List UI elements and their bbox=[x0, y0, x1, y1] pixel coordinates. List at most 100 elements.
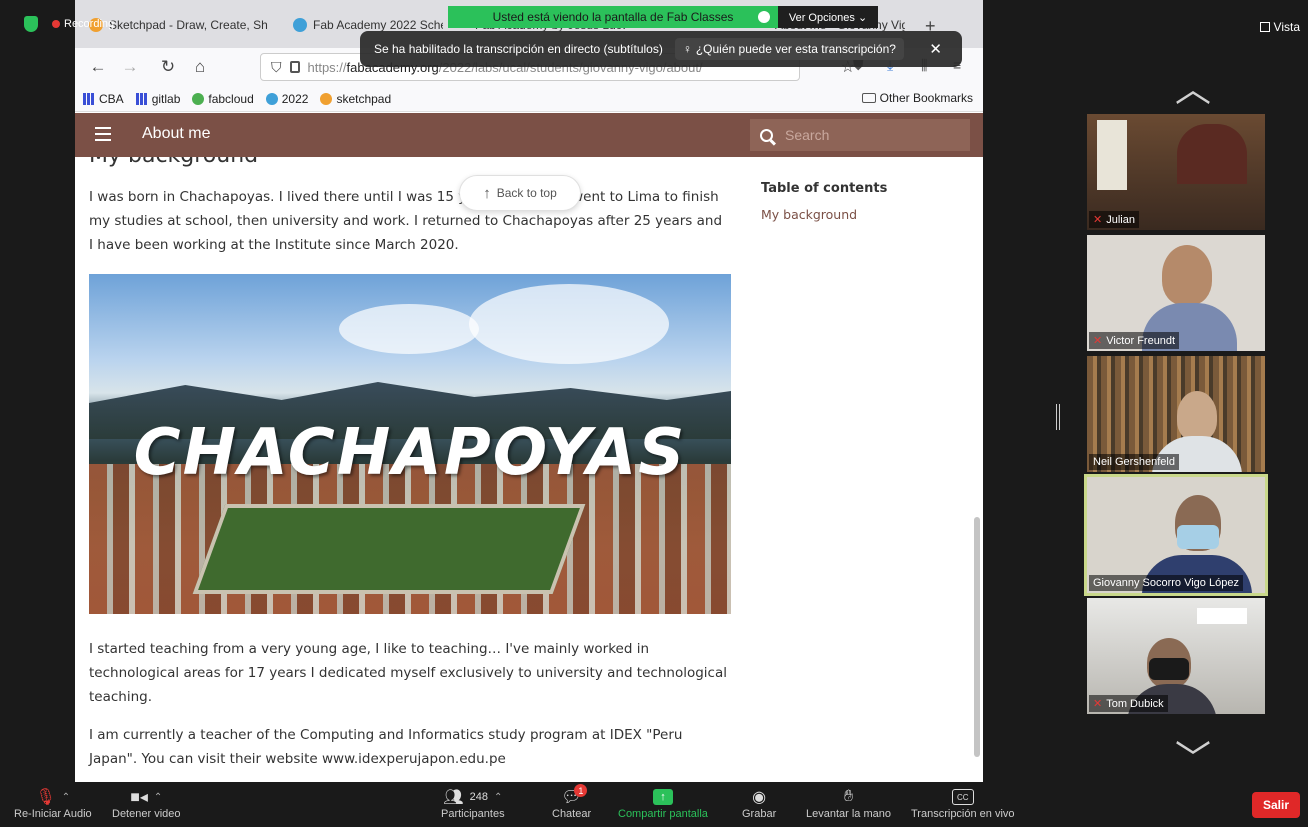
view-button-label: Vista bbox=[1273, 20, 1300, 34]
window-shape bbox=[1097, 120, 1127, 190]
lock-icon[interactable] bbox=[289, 61, 300, 73]
live-transcript-button[interactable]: CC Transcripción en vivo bbox=[911, 786, 1015, 820]
view-button[interactable]: Vista bbox=[1259, 20, 1300, 34]
bookmark-sketchpad[interactable]: sketchpad bbox=[320, 92, 391, 106]
back-arrow-icon[interactable]: ← bbox=[87, 57, 109, 77]
chevron-down-icon[interactable]: ﹀ bbox=[1163, 730, 1223, 782]
recording-indicator[interactable]: Recording bbox=[52, 18, 114, 30]
search-placeholder: Search bbox=[785, 127, 830, 143]
live-caption-banner: Se ha habilitado la transcripción en dir… bbox=[360, 31, 962, 67]
layout-icon bbox=[1259, 22, 1270, 32]
caret-up-icon[interactable]: ⌃ bbox=[494, 792, 502, 803]
forward-arrow-icon[interactable]: → bbox=[119, 57, 141, 77]
who-can-see-label: ¿Quién puede ver esta transcripción? bbox=[695, 42, 896, 56]
tab-sketchpad[interactable]: Sketchpad - Draw, Create, Sh ✕ bbox=[89, 10, 279, 40]
view-options-button[interactable]: Ver Opciones ⌄ bbox=[778, 6, 878, 28]
reload-icon[interactable]: ↻ bbox=[157, 57, 179, 77]
participant-name: Tom Dubick bbox=[1106, 697, 1164, 710]
person-icon: ♀ bbox=[682, 42, 692, 56]
security-shield-icon[interactable] bbox=[24, 16, 38, 32]
participant-name-tag: ✕ Victor Freundt bbox=[1089, 332, 1180, 349]
share-screen-button[interactable]: ↑ Compartir pantalla bbox=[618, 786, 708, 820]
close-tab-icon[interactable]: ✕ bbox=[278, 18, 279, 32]
raise-hand-label: Levantar la mano bbox=[806, 808, 891, 820]
caret-up-icon[interactable]: ⌃ bbox=[62, 792, 70, 803]
cc-icon: CC bbox=[951, 789, 974, 805]
cloud-status-icon bbox=[758, 11, 770, 23]
bookmark-2022[interactable]: 2022 bbox=[265, 92, 308, 106]
video-camera-icon: ■◂ bbox=[130, 789, 148, 806]
tracking-shield-icon[interactable]: ⛉ bbox=[271, 59, 282, 76]
close-icon[interactable]: ✕ bbox=[929, 40, 942, 58]
bookmark-gitlab[interactable]: gitlab bbox=[135, 91, 181, 106]
chevron-up-icon[interactable]: ︿ bbox=[1163, 60, 1223, 112]
chachapoyas-photo: CHACHAPOYAS bbox=[89, 274, 731, 614]
sharing-notice-bar: Usted está viendo la pantalla de Fab Cla… bbox=[448, 6, 878, 28]
participant-tile[interactable]: ✕ Victor Freundt bbox=[1087, 235, 1265, 351]
cloud-icon bbox=[192, 92, 205, 105]
audio-button[interactable]: 🎙︎ ⌃ Re-Iniciar Audio bbox=[14, 786, 92, 820]
participant-name: Victor Freundt bbox=[1106, 334, 1176, 347]
bookmark-label: fabcloud bbox=[208, 91, 254, 106]
ceiling-light-shape bbox=[1197, 608, 1247, 624]
recording-label: Recording bbox=[64, 18, 115, 30]
back-to-top-button[interactable]: ↑ Back to top bbox=[459, 175, 581, 211]
toc-link-background[interactable]: My background bbox=[761, 207, 857, 222]
record-icon: ◉ bbox=[752, 789, 767, 806]
muted-mic-icon: ✕ bbox=[1093, 335, 1103, 347]
fab-favicon-icon bbox=[293, 18, 307, 32]
fireplace-shape bbox=[1177, 124, 1247, 184]
bookmark-cba[interactable]: CBA bbox=[83, 92, 124, 106]
participant-name-tag: ✕ Tom Dubick bbox=[1089, 695, 1168, 712]
zoom-window: Recording Sketchpad - Draw, Create, Sh ✕… bbox=[0, 0, 1308, 827]
page-content: My background I was born in Chachapoyas.… bbox=[75, 157, 983, 782]
participant-tile[interactable]: ✕ Julian bbox=[1087, 114, 1265, 230]
sketch-icon bbox=[320, 92, 333, 105]
caret-up-icon[interactable]: ⌃ bbox=[154, 792, 162, 803]
bookmark-fabcloud[interactable]: fabcloud bbox=[192, 91, 254, 106]
video-button[interactable]: ■◂ ⌃ Detener video bbox=[112, 786, 181, 820]
participant-tile-active[interactable]: Giovanny Socorro Vigo López bbox=[1084, 474, 1268, 596]
record-button[interactable]: ◉ Grabar bbox=[742, 786, 776, 820]
panel-resize-handle[interactable] bbox=[1056, 404, 1060, 430]
leave-button[interactable]: Salir bbox=[1252, 792, 1300, 818]
home-icon[interactable]: ⌂ bbox=[189, 57, 211, 77]
tab-label: Fab Academy 2022 Schedule bbox=[313, 18, 443, 32]
toc-title: Table of contents bbox=[761, 181, 888, 196]
participant-tile[interactable]: Neil Gershenfeld bbox=[1087, 356, 1265, 472]
record-label: Grabar bbox=[742, 808, 777, 820]
who-can-see-button[interactable]: ♀ ¿Quién puede ver esta transcripción? bbox=[674, 38, 904, 60]
zoom-toolbar: 🎙︎ ⌃ Re-Iniciar Audio ■◂ ⌃ Detener video 👥… bbox=[0, 782, 1308, 827]
back-to-top-label: Back to top bbox=[496, 186, 557, 200]
other-bookmarks[interactable]: Other Bookmarks bbox=[861, 91, 973, 105]
share-label: Compartir pantalla bbox=[618, 808, 708, 820]
hand-icon: ✋︎ bbox=[843, 788, 854, 805]
paragraph-background: I was born in Chachapoyas. I lived there… bbox=[89, 189, 723, 253]
grid-icon bbox=[83, 92, 95, 105]
participant-name: Julian bbox=[1106, 213, 1135, 226]
participants-button[interactable]: 👥︎ 248 ⌃ Participantes bbox=[441, 786, 505, 820]
sharing-notice: Usted está viendo la pantalla de Fab Cla… bbox=[448, 6, 778, 28]
participant-tile[interactable]: ✕ Tom Dubick bbox=[1087, 598, 1265, 714]
bookmark-label: CBA bbox=[99, 91, 124, 106]
muted-mic-icon: 🎙︎ bbox=[35, 789, 56, 806]
face-shape bbox=[1162, 245, 1212, 305]
hamburger-menu-icon[interactable] bbox=[95, 127, 111, 141]
muted-mic-icon: ✕ bbox=[1093, 698, 1103, 710]
share-screen-icon: ↑ bbox=[652, 789, 673, 805]
paragraph-teaching: I started teaching from a very young age… bbox=[89, 641, 727, 705]
page-scrollbar[interactable] bbox=[974, 517, 980, 757]
site-search-input[interactable]: Search bbox=[750, 119, 970, 151]
tab-label: Sketchpad - Draw, Create, Sh bbox=[109, 18, 268, 32]
sharing-notice-text: Usted está viendo la pantalla de Fab Cla… bbox=[492, 10, 734, 24]
fab-icon bbox=[265, 92, 278, 105]
raise-hand-button[interactable]: ✋︎ Levantar la mano bbox=[806, 786, 891, 820]
participant-name-tag: Neil Gershenfeld bbox=[1089, 454, 1179, 470]
url-prefix: https:// bbox=[307, 59, 347, 75]
site-title[interactable]: About me bbox=[142, 125, 210, 143]
chat-button[interactable]: 💬︎ 1 Chatear bbox=[552, 784, 591, 820]
bookmark-label: gitlab bbox=[151, 91, 181, 106]
grid-icon bbox=[135, 92, 148, 105]
participant-name-tag: Giovanny Socorro Vigo López bbox=[1089, 575, 1243, 591]
section-heading: My background bbox=[89, 157, 258, 168]
